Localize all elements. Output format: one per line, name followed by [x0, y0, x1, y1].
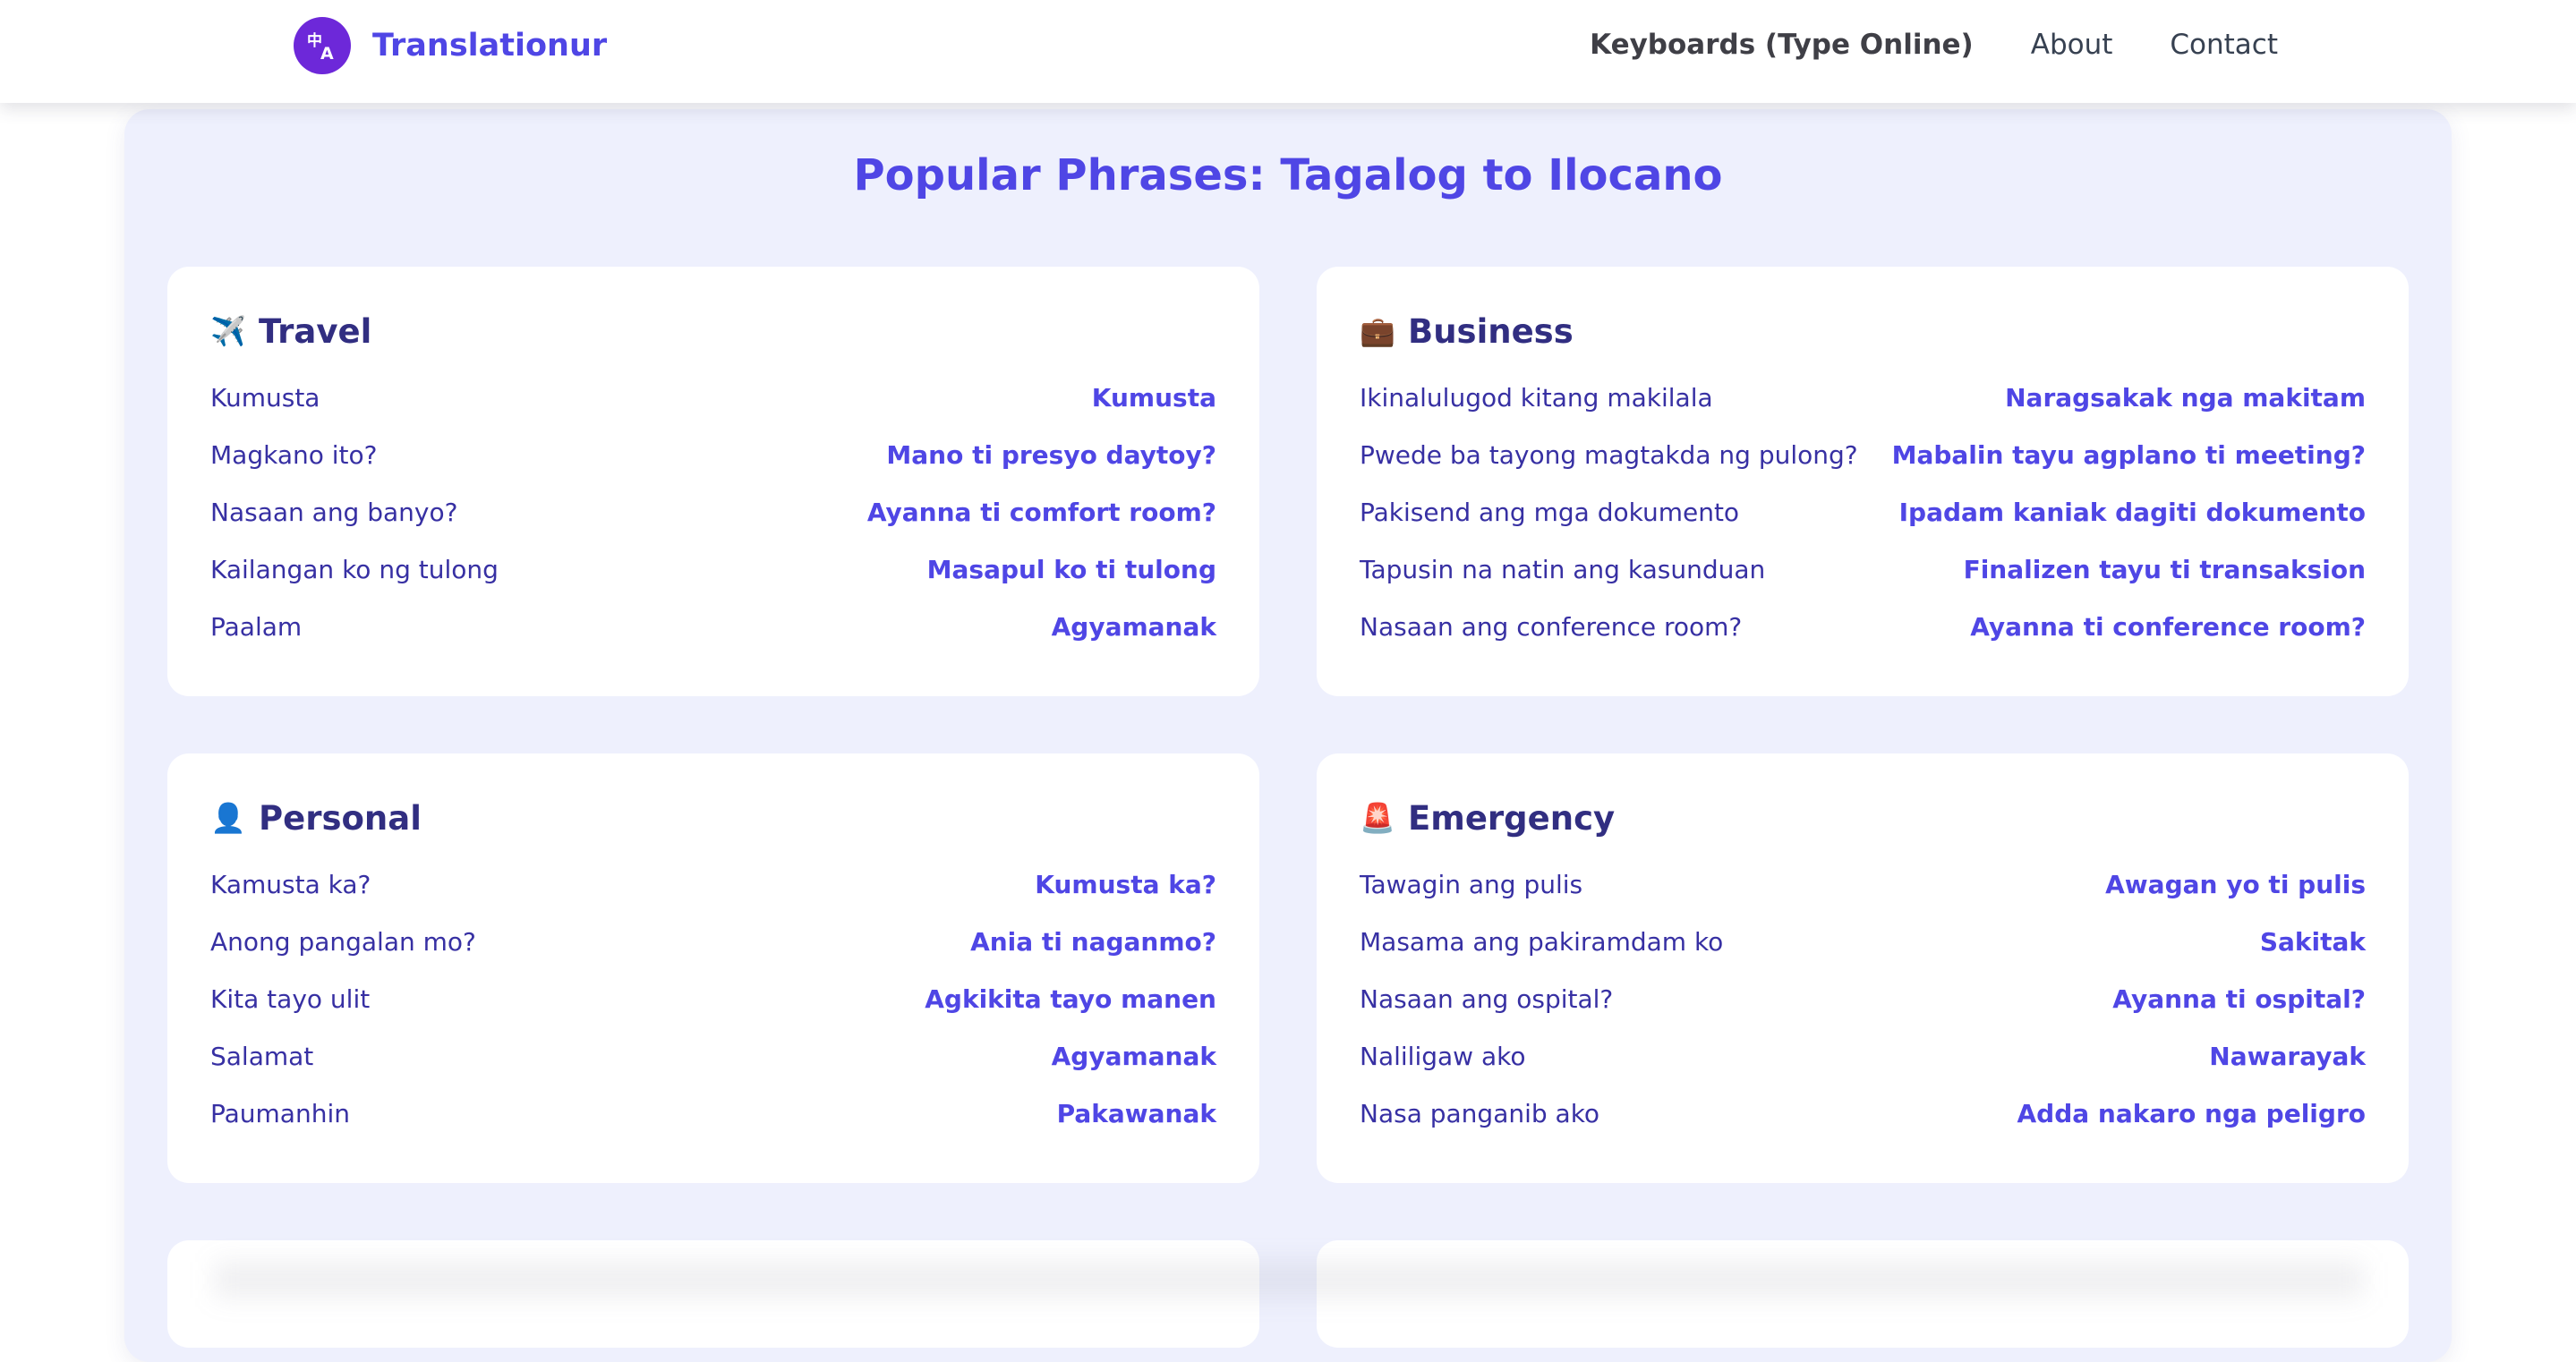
- card-title: Travel: [259, 311, 372, 351]
- phrase-row: Kumusta Kumusta: [210, 369, 1216, 426]
- phrase-row: Pakisend ang mga dokumento Ipadam kaniak …: [1360, 483, 2366, 541]
- translated-phrase: Ayanna ti conference room?: [1970, 611, 2366, 642]
- translated-phrase: Agyamanak: [1051, 1041, 1216, 1071]
- translated-phrase: Finalizen tayu ti transaksion: [1963, 554, 2366, 584]
- phrase-row: Magkano ito? Mano ti presyo daytoy?: [210, 426, 1216, 483]
- svg-text:A: A: [320, 44, 334, 64]
- translate-icon: 中 A: [294, 17, 351, 74]
- translated-phrase: Pakawanak: [1056, 1098, 1216, 1128]
- source-phrase: Nasaan ang ospital?: [1360, 983, 1614, 1014]
- phrase-row: Pwede ba tayong magtakda ng pulong? Mabal…: [1360, 426, 2366, 483]
- source-phrase: Nasa panganib ako: [1360, 1098, 1600, 1128]
- card-title: Business: [1408, 311, 1574, 351]
- phrase-row: Kamusta ka? Kumusta ka?: [210, 856, 1216, 913]
- source-phrase: Pakisend ang mga dokumento: [1360, 497, 1740, 527]
- section-title: Popular Phrases: Tagalog to Ilocano: [853, 150, 1723, 200]
- nav-keyboards[interactable]: Keyboards (Type Online): [1590, 25, 1974, 64]
- phrase-row: Nasaan ang conference room? Ayanna ti con…: [1360, 598, 2366, 655]
- translated-phrase: Kumusta: [1091, 382, 1216, 413]
- source-phrase: Paalam: [210, 611, 303, 642]
- person-icon: 👤: [210, 801, 246, 835]
- source-phrase: Kamusta ka?: [210, 869, 371, 899]
- source-phrase: Naliligaw ako: [1360, 1041, 1526, 1071]
- translated-phrase: Naragsakak nga makitam: [2005, 382, 2366, 413]
- source-phrase: Kumusta: [210, 382, 320, 413]
- phrase-row: Kita tayo ulit Agkikita tayo manen: [210, 970, 1216, 1027]
- brand-name: Translationur: [372, 28, 608, 64]
- source-phrase: Salamat: [210, 1041, 314, 1071]
- phrase-row: Tawagin ang pulis Awagan yo ti pulis: [1360, 856, 2366, 913]
- source-phrase: Paumanhin: [210, 1098, 350, 1128]
- translated-phrase: Masapul ko ti tulong: [926, 554, 1216, 584]
- source-phrase: Masama ang pakiramdam ko: [1360, 926, 1724, 957]
- phrase-row: Naliligaw ako Nawarayak: [1360, 1027, 2366, 1085]
- phrase-row: Nasaan ang banyo? Ayanna ti comfort room?: [210, 483, 1216, 541]
- source-phrase: Magkano ito?: [210, 439, 378, 470]
- main-nav: Keyboards (Type Online) About Contact: [1590, 25, 2278, 64]
- source-phrase: Ikinalulugod kitang makilala: [1360, 382, 1713, 413]
- brand-logo-link[interactable]: 中 A Translationur: [294, 17, 607, 74]
- card-heading: 💼 Business: [1360, 306, 2366, 356]
- phrase-row: Paalam Agyamanak: [210, 598, 1216, 655]
- site-header: 中 A Translationur Keyboards (Type Online…: [0, 0, 2576, 103]
- phrase-row: Nasa panganib ako Adda nakaro nga peligro: [1360, 1085, 2366, 1142]
- nav-about[interactable]: About: [2031, 25, 2113, 64]
- source-phrase: Pwede ba tayong magtakda ng pulong?: [1360, 439, 1858, 470]
- source-phrase: Anong pangalan mo?: [210, 926, 476, 957]
- toast-shadow: [215, 1262, 2363, 1298]
- translated-phrase: Ayanna ti comfort room?: [866, 497, 1216, 527]
- translated-phrase: Sakitak: [2259, 926, 2366, 957]
- phrase-row: Ikinalulugod kitang makilala Naragsakak n…: [1360, 369, 2366, 426]
- phrase-row: Masama ang pakiramdam ko Sakitak: [1360, 913, 2366, 970]
- translated-phrase: Agkikita tayo manen: [925, 983, 1216, 1014]
- siren-icon: 🚨: [1360, 801, 1395, 835]
- translated-phrase: Kumusta ka?: [1035, 869, 1216, 899]
- translated-phrase: Agyamanak: [1051, 611, 1216, 642]
- card-heading: ✈️ Travel: [210, 306, 1216, 356]
- translated-phrase: Adda nakaro nga peligro: [2017, 1098, 2366, 1128]
- source-phrase: Kailangan ko ng tulong: [210, 554, 499, 584]
- phrase-row: Salamat Agyamanak: [210, 1027, 1216, 1085]
- phrase-row: Kailangan ko ng tulong Masapul ko ti tulo…: [210, 541, 1216, 598]
- category-card-business: 💼 Business Ikinalulugod kitang makilala N…: [1317, 267, 2409, 696]
- translated-phrase: Ipadam kaniak dagiti dokumento: [1898, 497, 2366, 527]
- phrase-row: Nasaan ang ospital? Ayanna ti ospital?: [1360, 970, 2366, 1027]
- translated-phrase: Mabalin tayu agplano ti meeting?: [1891, 439, 2366, 470]
- category-card-personal: 👤 Personal Kamusta ka? Kumusta ka? Anong …: [167, 753, 1259, 1183]
- phrase-row: Anong pangalan mo? Ania ti naganmo?: [210, 913, 1216, 970]
- category-card-travel: ✈️ Travel Kumusta Kumusta Magkano ito? Man…: [167, 267, 1259, 696]
- source-phrase: Tawagin ang pulis: [1360, 869, 1583, 899]
- category-card-emergency: 🚨 Emergency Tawagin ang pulis Awagan yo t…: [1317, 753, 2409, 1183]
- phrase-row: Paumanhin Pakawanak: [210, 1085, 1216, 1142]
- airplane-icon: ✈️: [210, 314, 246, 348]
- source-phrase: Kita tayo ulit: [210, 983, 371, 1014]
- translated-phrase: Ania ti naganmo?: [970, 926, 1216, 957]
- phrase-row: Tapusin na natin ang kasunduan Finalizen …: [1360, 541, 2366, 598]
- card-title: Personal: [259, 798, 422, 838]
- translated-phrase: Mano ti presyo daytoy?: [886, 439, 1216, 470]
- source-phrase: Nasaan ang banyo?: [210, 497, 458, 527]
- translated-phrase: Nawarayak: [2209, 1041, 2366, 1071]
- card-title: Emergency: [1408, 798, 1616, 838]
- translated-phrase: Awagan yo ti pulis: [2105, 869, 2366, 899]
- card-heading: 👤 Personal: [210, 793, 1216, 843]
- popular-phrases-section: Popular Phrases: Tagalog to Ilocano ✈️ T…: [124, 109, 2452, 1362]
- card-heading: 🚨 Emergency: [1360, 793, 2366, 843]
- briefcase-icon: 💼: [1360, 314, 1395, 348]
- nav-contact[interactable]: Contact: [2170, 25, 2278, 64]
- translated-phrase: Ayanna ti ospital?: [2112, 983, 2366, 1014]
- source-phrase: Nasaan ang conference room?: [1360, 611, 1743, 642]
- source-phrase: Tapusin na natin ang kasunduan: [1360, 554, 1766, 584]
